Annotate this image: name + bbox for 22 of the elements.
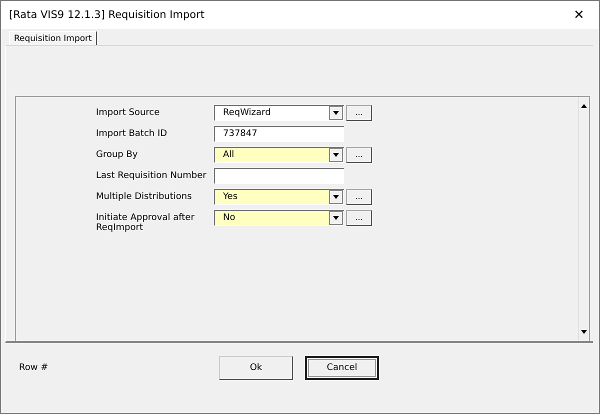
field-label: Import Batch ID [96, 128, 168, 139]
lookup-button[interactable]: ... [346, 189, 372, 205]
dropdown[interactable]: No [214, 210, 344, 226]
field-label: Multiple Distributions [96, 191, 193, 202]
lookup-button[interactable]: ... [346, 210, 372, 226]
tab[interactable]: Requisition Import [9, 31, 97, 45]
lookup-button[interactable]: ... [346, 105, 372, 121]
dropdown[interactable]: ReqWizard [214, 105, 344, 121]
window-title: [Rata VIS9 12.1.3] Requisition Import [9, 9, 204, 21]
field-label: Initiate Approval after ReqImport [96, 212, 196, 233]
dialog-button[interactable]: Ok [219, 356, 293, 380]
input-field[interactable]: 737847 [214, 126, 344, 142]
row-number-label: Row # [19, 363, 50, 373]
field-label: Import Source [96, 107, 161, 118]
lookup-button[interactable]: ... [346, 147, 372, 163]
dropdown[interactable]: Yes [214, 189, 344, 205]
dropdown[interactable]: All [214, 147, 344, 163]
field-label: Last Requisition Number [96, 170, 208, 181]
input-field[interactable] [214, 168, 344, 184]
field-label: Group By [96, 149, 139, 160]
scrollbar[interactable] [578, 97, 589, 341]
dialog-button[interactable]: Cancel [305, 356, 379, 380]
